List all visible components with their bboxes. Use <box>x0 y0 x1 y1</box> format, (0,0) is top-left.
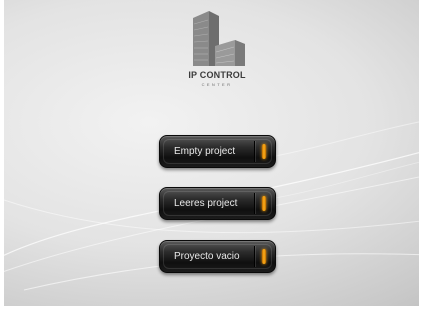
indicator-light-icon <box>262 144 266 159</box>
indicator-light-icon <box>262 249 266 264</box>
splash-screen: IP CONTROL CENTER Empty project Leeres p… <box>4 0 419 306</box>
button-divider <box>254 193 255 214</box>
indicator-light-icon <box>262 196 266 211</box>
empty-project-button[interactable]: Empty project <box>159 135 276 168</box>
button-label: Proyecto vacio <box>174 251 240 262</box>
leeres-project-button[interactable]: Leeres project <box>159 187 276 220</box>
building-icon <box>193 11 245 66</box>
proyecto-vacio-button[interactable]: Proyecto vacio <box>159 240 276 273</box>
button-divider <box>254 141 255 162</box>
button-label: Leeres project <box>174 198 238 209</box>
button-divider <box>254 246 255 267</box>
logo-title: IP CONTROL <box>188 70 246 80</box>
button-label: Empty project <box>174 146 236 157</box>
app-logo: IP CONTROL CENTER <box>187 8 247 92</box>
logo-subtitle: CENTER <box>201 82 233 87</box>
